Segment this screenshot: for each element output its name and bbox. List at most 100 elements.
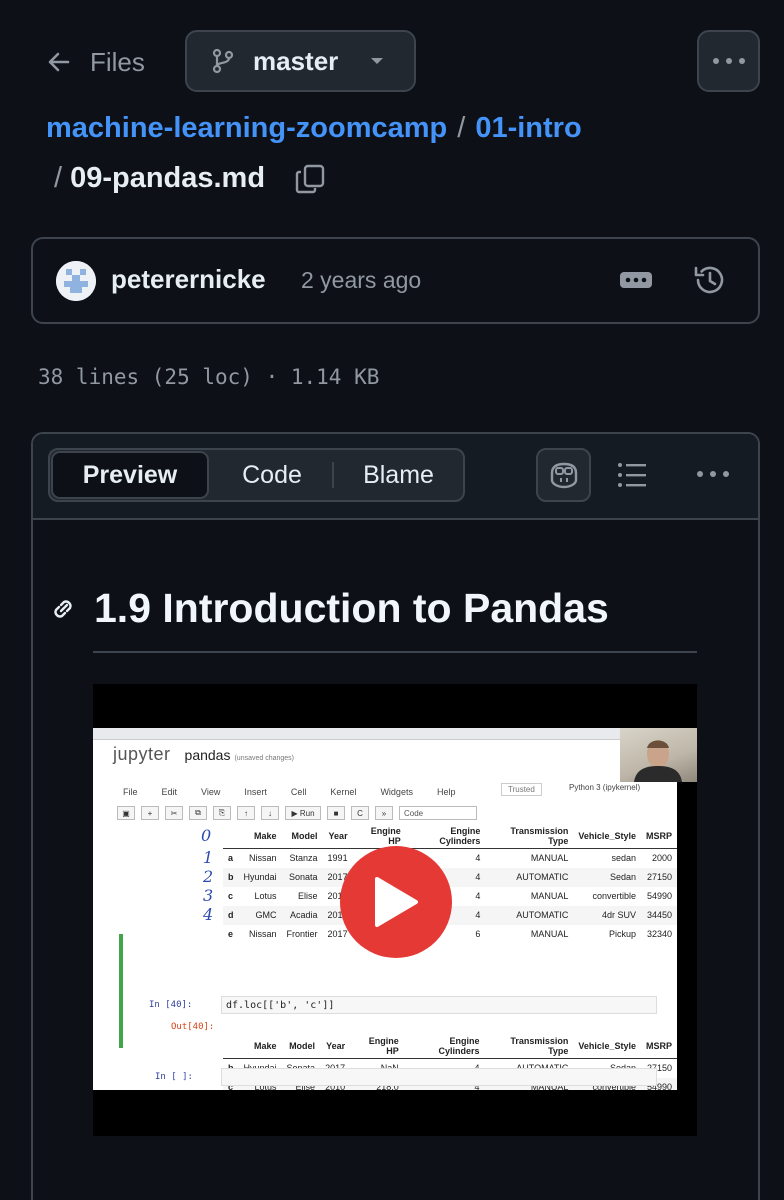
link-icon[interactable]: [48, 594, 78, 624]
output-prompt: Out[40]:: [171, 1022, 215, 1032]
handwritten-number: 2: [203, 867, 214, 886]
commit-author-link[interactable]: peterernicke: [111, 264, 266, 295]
menu-item: Help: [436, 787, 456, 797]
triangle-down-icon: [371, 58, 383, 64]
table-header-cell: Engine Cylinders: [403, 1034, 485, 1059]
ellipsis-icon: [620, 272, 652, 288]
back-to-files-button[interactable]: Files: [46, 40, 145, 84]
heading-row: 1.9 Introduction to Pandas: [48, 585, 609, 632]
table-header-cell: Transmission Type: [485, 824, 574, 849]
breadcrumb-repo-link[interactable]: machine-learning-zoomcamp: [46, 112, 447, 145]
table-header-cell: Make: [238, 824, 282, 849]
save-icon: ▣: [117, 806, 135, 820]
table-cell: 54990: [646, 891, 672, 901]
toolbar-button: ⧉: [189, 806, 207, 820]
table-cell: Lotus: [254, 891, 277, 901]
code-cell: df.loc[['b', 'c']]: [221, 996, 657, 1014]
table-cell: AUTOMATIC: [485, 905, 574, 925]
handwritten-number: 3: [203, 886, 214, 905]
row-index: a: [228, 853, 234, 864]
table-header-cell: MSRP: [640, 1034, 677, 1059]
history-button[interactable]: [692, 262, 728, 298]
table-cell: GMC: [238, 905, 282, 925]
toolbar-button: ⎘: [213, 806, 231, 820]
table-cell: Sedan: [573, 867, 641, 887]
breadcrumb-separator: /: [54, 162, 63, 194]
table-cell: MANUAL: [530, 891, 569, 901]
kebab-horizontal-icon: [697, 471, 729, 477]
cell-type-select: Code: [399, 806, 477, 820]
toolbar-button: C: [351, 806, 369, 820]
breadcrumb-folder-link[interactable]: 01-intro: [475, 112, 581, 145]
table-row: aNissanStanza1991138.04MANUALsedan2000: [223, 849, 677, 868]
jupyter-logo: jupyter: [113, 744, 171, 764]
history-icon: [694, 266, 724, 294]
table-cell: sedan: [611, 853, 636, 864]
table-header-cell: Engine Cylinders: [405, 824, 486, 849]
toolbar-button: ■: [327, 806, 345, 820]
handwritten-number: 1: [203, 848, 214, 867]
branch-name: master: [253, 45, 339, 76]
empty-code-cell: [221, 1068, 657, 1086]
table-cell: Stanza: [289, 853, 318, 864]
table-cell: Hyundai: [238, 867, 282, 887]
table-cell: MANUAL: [530, 853, 569, 864]
table-header-cell: Make: [238, 1034, 282, 1059]
table-header-cell: Model: [281, 1034, 321, 1059]
jupyter-toolbar: ▣ + ✂ ⧉ ⎘ ↑ ↓ ▶ Run ■ C » Code: [113, 804, 677, 822]
table-cell: 34450: [640, 905, 677, 925]
jupyter-header: jupyter pandas (unsaved changes): [113, 744, 294, 765]
table-header-cell: Vehicle_Style: [573, 1034, 641, 1059]
table-cell: 2000: [651, 853, 672, 864]
table-header-cell: Engine HP: [352, 824, 406, 849]
menu-item: View: [201, 787, 221, 797]
table-row: bHyundaiSonata2017NaN4AUTOMATICSedan2715…: [223, 867, 677, 887]
breadcrumb-separator: /: [457, 112, 466, 144]
input-prompt: In [ ]:: [155, 1072, 193, 1082]
menu-item: Insert: [244, 787, 267, 797]
toolbar-button: ▶ Run: [285, 806, 321, 820]
play-button[interactable]: [340, 846, 452, 958]
toolbar-button: »: [375, 806, 393, 820]
outline-button[interactable]: [617, 461, 647, 489]
back-label: Files: [90, 46, 145, 77]
menu-item: File: [123, 787, 138, 797]
kebab-horizontal-icon: [712, 58, 745, 64]
table-header-cell: [223, 824, 239, 849]
table-header-cell: Transmission Type: [484, 1034, 574, 1059]
handwritten-number: 0: [201, 826, 212, 845]
input-prompt: In [40]:: [149, 1000, 193, 1010]
toolbar-button: ↓: [261, 806, 279, 820]
tab-blame[interactable]: Blame: [334, 450, 463, 500]
table-cell: Acadia: [281, 905, 323, 925]
copilot-icon: [550, 462, 577, 489]
table-header-cell: Vehicle_Style: [573, 824, 641, 849]
view-mode-tabs: Preview Code Blame: [48, 448, 465, 502]
copy-icon[interactable]: [295, 164, 325, 194]
more-options-button[interactable]: [697, 30, 760, 92]
avatar[interactable]: [56, 261, 96, 301]
video-thumbnail[interactable]: jupyter pandas (unsaved changes) File Edi…: [93, 684, 697, 1136]
table-cell: Nissan: [249, 853, 277, 864]
toolbar-button: ✂: [165, 806, 183, 820]
toolbar-button: ↑: [237, 806, 255, 820]
table-cell: Sonata: [281, 867, 323, 887]
breadcrumb: machine-learning-zoomcamp / 01-intro: [46, 112, 582, 145]
tab-code[interactable]: Code: [210, 450, 334, 500]
file-info: 38 lines (25 loc) · 1.14 KB: [38, 365, 380, 389]
tab-preview[interactable]: Preview: [51, 451, 209, 499]
commit-time: 2 years ago: [301, 267, 422, 293]
dataframe-table: Make Model Year Engine HP Engine Cylinders Tr…: [223, 824, 677, 944]
play-icon: [375, 877, 418, 927]
browser-url-bar: [93, 728, 677, 740]
menu-item: Kernel: [330, 787, 357, 797]
table-cell: 27150: [640, 867, 677, 887]
menu-item: Cell: [290, 787, 307, 797]
copilot-button[interactable]: [536, 448, 591, 502]
file-more-options-button[interactable]: [697, 471, 729, 477]
trusted-badge: Trusted: [501, 783, 542, 796]
toolbar-button: +: [141, 806, 159, 820]
commit-message-toggle[interactable]: [620, 270, 652, 290]
menu-item: Widgets: [380, 787, 413, 797]
branch-selector-button[interactable]: master: [185, 30, 416, 92]
